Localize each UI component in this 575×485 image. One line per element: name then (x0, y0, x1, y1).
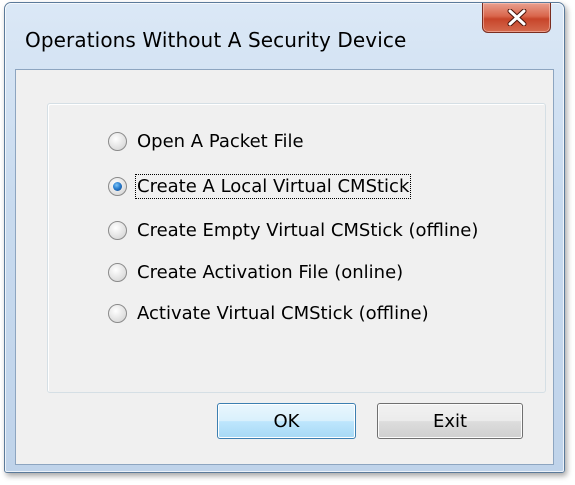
option-label: Activate Virtual CMStick (offline) (137, 302, 429, 324)
radio-button-selected[interactable] (108, 176, 127, 196)
radio-button[interactable] (108, 131, 127, 151)
close-button[interactable] (482, 3, 551, 33)
option-label: Open A Packet File (137, 130, 304, 152)
option-activate-virtual-cmstick[interactable]: Activate Virtual CMStick (offline) (108, 299, 430, 327)
window-title: Operations Without A Security Device (25, 28, 407, 52)
exit-button[interactable]: Exit (377, 403, 523, 439)
option-create-local-virtual-cmstick[interactable]: Create A Local Virtual CMStick (108, 172, 412, 200)
option-create-activation-file[interactable]: Create Activation File (online) (108, 258, 404, 286)
option-label: Create Activation File (online) (137, 261, 404, 283)
option-open-packet-file[interactable]: Open A Packet File (108, 127, 305, 155)
option-label: Create Empty Virtual CMStick (offline) (137, 219, 479, 241)
radio-button[interactable] (108, 220, 127, 240)
close-icon (507, 9, 527, 26)
dialog-body: Open A Packet File Create A Local Virtua… (15, 69, 554, 465)
option-create-empty-virtual-cmstick[interactable]: Create Empty Virtual CMStick (offline) (108, 216, 479, 244)
radio-button[interactable] (108, 262, 127, 282)
option-label: Create A Local Virtual CMStick (134, 173, 412, 199)
radio-button[interactable] (108, 303, 127, 323)
dialog-window: Operations Without A Security Device Ope… (4, 2, 565, 473)
ok-button[interactable]: OK (217, 403, 356, 439)
